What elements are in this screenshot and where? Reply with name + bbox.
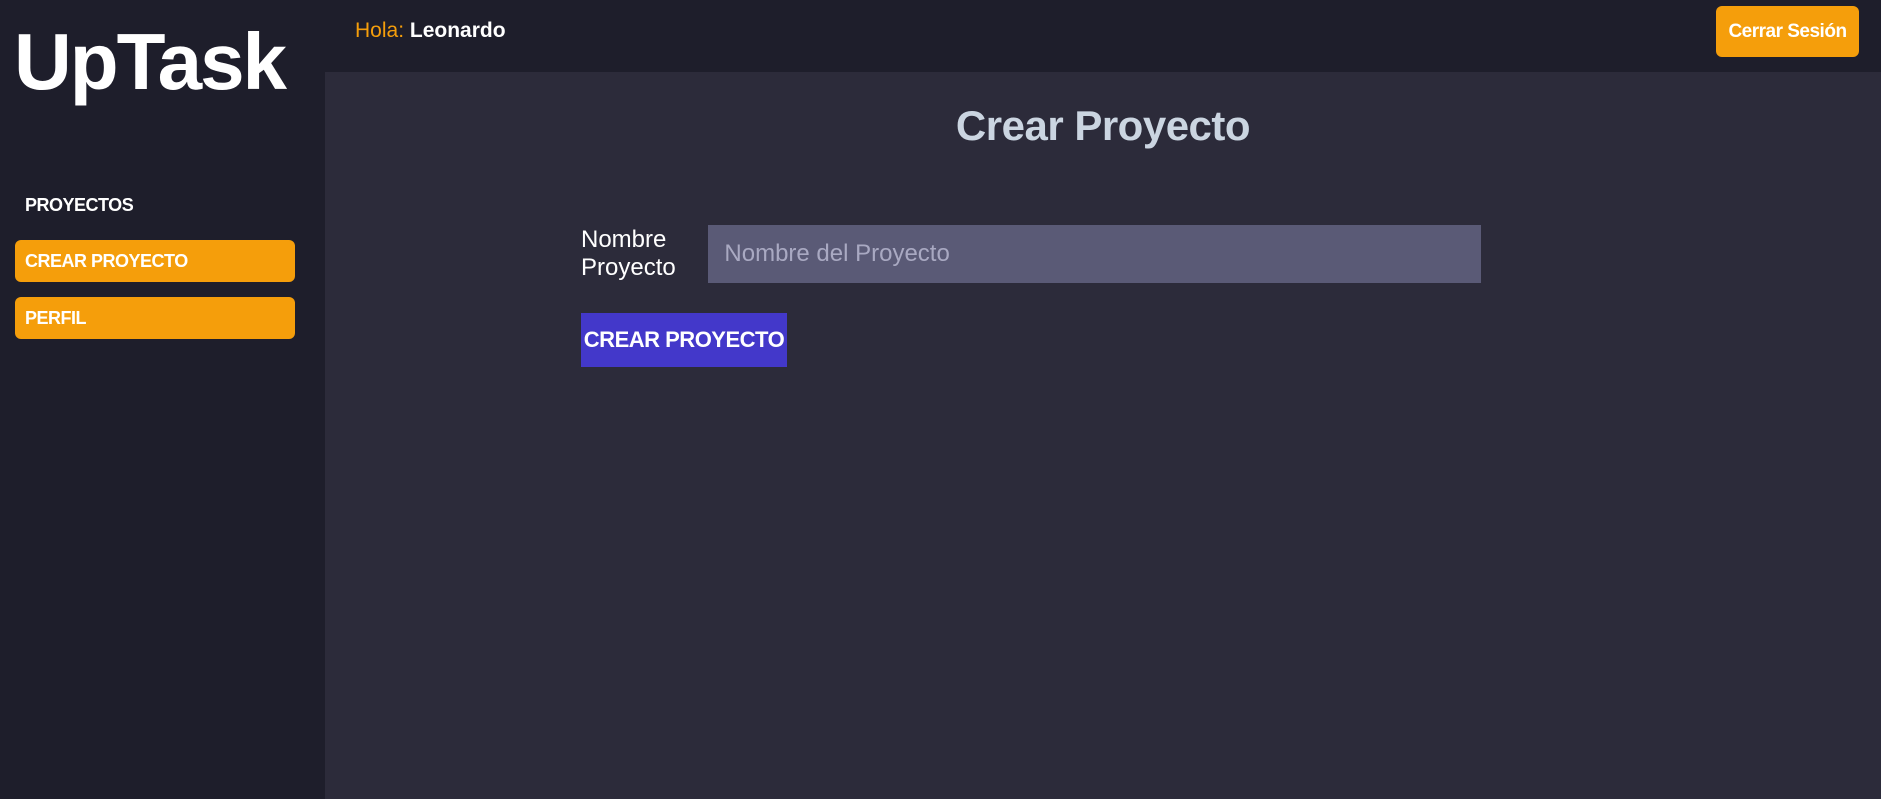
sidebar: UpTask PROYECTOS CREAR PROYECTO PERFIL: [0, 0, 325, 799]
sidebar-item-proyectos[interactable]: PROYECTOS: [15, 184, 295, 226]
top-bar: Hola: Leonardo Cerrar Sesión: [325, 0, 1881, 72]
page-title: Crear Proyecto: [955, 102, 1251, 149]
project-name-input[interactable]: [708, 225, 1481, 283]
create-project-button[interactable]: CREAR PROYECTO: [581, 313, 787, 367]
sidebar-nav: PROYECTOS CREAR PROYECTO PERFIL: [15, 184, 295, 354]
app-root: UpTask PROYECTOS CREAR PROYECTO PERFIL H…: [0, 0, 1881, 799]
greeting: Hola: Leonardo: [355, 18, 506, 44]
main-content: Hola: Leonardo Cerrar Sesión Crear Proye…: [325, 0, 1881, 799]
logout-button[interactable]: Cerrar Sesión: [1716, 6, 1859, 57]
create-project-form: Nombre Proyecto CREAR PROYECTO: [581, 225, 1481, 367]
project-name-label: Nombre Proyecto: [581, 226, 676, 281]
project-name-field: Nombre Proyecto: [581, 225, 1481, 283]
app-logo: UpTask: [14, 17, 287, 106]
sidebar-item-perfil[interactable]: PERFIL: [15, 297, 295, 339]
user-name: Leonardo: [409, 19, 506, 42]
sidebar-item-crear-proyecto[interactable]: CREAR PROYECTO: [15, 240, 295, 282]
greeting-prefix: Hola:: [355, 19, 405, 42]
